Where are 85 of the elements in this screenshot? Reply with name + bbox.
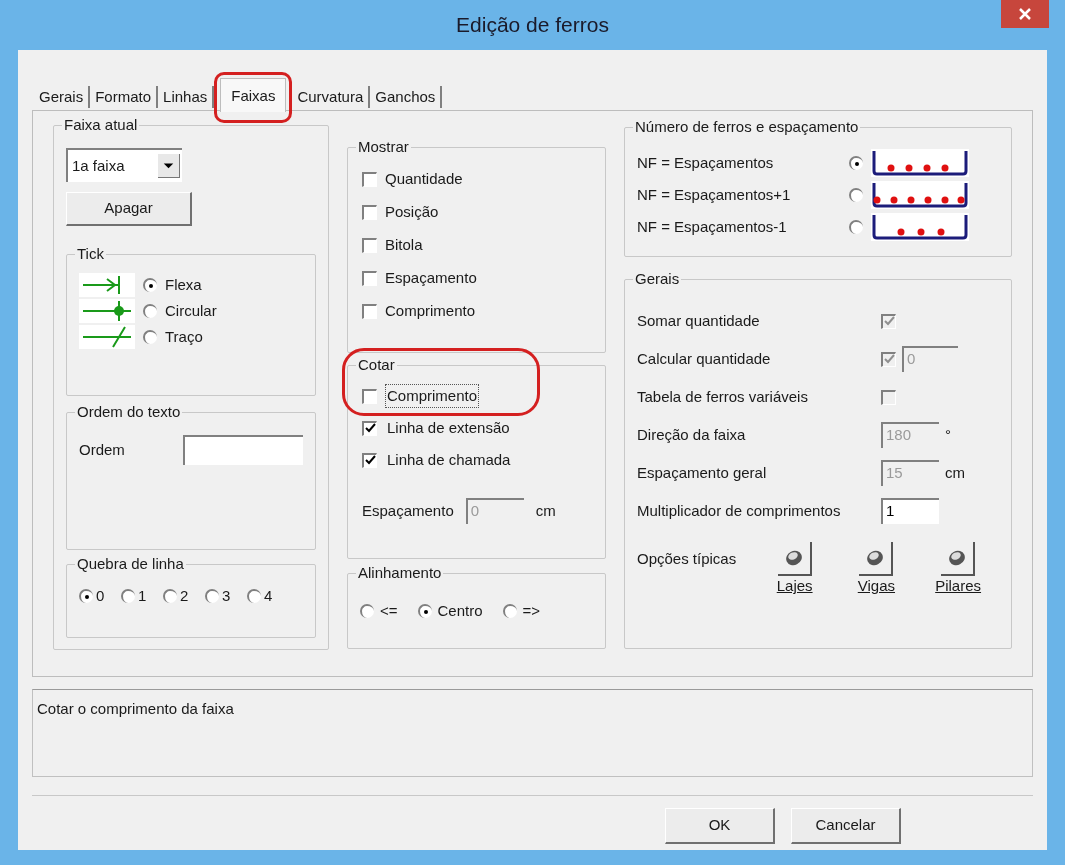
radio-button[interactable] bbox=[143, 330, 157, 344]
radio-label: => bbox=[522, 601, 541, 621]
button-icon bbox=[947, 548, 968, 568]
button-icon bbox=[865, 548, 886, 568]
tab[interactable]: Formato bbox=[90, 84, 157, 110]
tick-style-icon bbox=[79, 299, 135, 323]
radio-button[interactable] bbox=[143, 304, 157, 318]
field-label: Opções típicas bbox=[637, 549, 738, 569]
radio-button[interactable] bbox=[205, 589, 219, 604]
tab[interactable]: Faixas bbox=[220, 78, 287, 112]
radio-button[interactable] bbox=[247, 589, 261, 604]
field-label: Somar quantidade bbox=[637, 310, 761, 331]
checkbox[interactable] bbox=[362, 304, 377, 319]
unit-label: cm bbox=[945, 462, 965, 483]
checkbox-label: Quantidade bbox=[385, 169, 463, 190]
checkbox[interactable] bbox=[362, 271, 377, 286]
radio-button[interactable] bbox=[417, 604, 432, 619]
radio-label: NF = Espaçamentos bbox=[637, 152, 775, 173]
field-label: Espaçamento geral bbox=[637, 462, 768, 483]
unit-label: cm bbox=[535, 500, 556, 521]
preset-label: Pilares bbox=[935, 576, 982, 596]
radio-button[interactable] bbox=[849, 220, 863, 234]
radio-label: 3 bbox=[222, 586, 232, 606]
field-label: Multiplicador de comprimentos bbox=[637, 500, 842, 521]
checkbox-label: Linha de extensão bbox=[386, 417, 511, 438]
radio-button[interactable] bbox=[849, 188, 863, 202]
radio-label: Centro bbox=[437, 601, 483, 621]
radio-label: Flexa bbox=[165, 274, 202, 295]
checkbox-label: Comprimento bbox=[385, 383, 480, 409]
checkbox[interactable] bbox=[362, 452, 377, 468]
tab[interactable]: Gerais bbox=[34, 84, 89, 110]
delete-button[interactable]: Apagar bbox=[66, 192, 192, 226]
radio-label: NF = Espaçamentos+1 bbox=[637, 184, 792, 205]
button-icon bbox=[783, 548, 804, 568]
radio-button[interactable] bbox=[143, 278, 157, 292]
unit-label: ° bbox=[945, 424, 951, 445]
radio-button[interactable] bbox=[360, 604, 374, 619]
field-label: Calcular quantidade bbox=[637, 348, 772, 369]
field-label: Ordem bbox=[79, 439, 125, 460]
checkbox[interactable] bbox=[362, 388, 377, 404]
radio-label: NF = Espaçamentos-1 bbox=[637, 216, 788, 237]
preset-label: Lajes bbox=[776, 576, 813, 596]
close-button[interactable] bbox=[1001, 0, 1049, 28]
checkbox-label: Comprimento bbox=[385, 301, 476, 322]
radio-button[interactable] bbox=[121, 589, 135, 604]
tab[interactable]: Linhas bbox=[158, 84, 213, 110]
radio-label: 1 bbox=[138, 586, 148, 606]
checkbox[interactable] bbox=[362, 172, 377, 187]
dialog-button[interactable]: OK bbox=[665, 808, 775, 844]
radio-label: 4 bbox=[264, 586, 274, 606]
dropdown-value: 1a faixa bbox=[72, 155, 125, 176]
checkbox-label: Espaçamento bbox=[385, 268, 477, 289]
radio-label: 2 bbox=[180, 586, 190, 606]
field-label: Direção da faixa bbox=[637, 424, 747, 445]
bar-spacing-icon bbox=[871, 213, 969, 241]
radio-label: Traço bbox=[165, 326, 203, 347]
radio-label: 0 bbox=[96, 586, 106, 606]
radio-button[interactable] bbox=[502, 604, 517, 619]
preset-label: Vigas bbox=[857, 576, 895, 596]
close-icon bbox=[1019, 8, 1031, 20]
dialog-button[interactable]: Cancelar bbox=[791, 808, 901, 844]
field-label: Espaçamento bbox=[362, 500, 454, 521]
bar-spacing-icon bbox=[871, 149, 969, 177]
checkbox-label: Linha de chamada bbox=[386, 449, 512, 470]
radio-label: <= bbox=[380, 601, 398, 621]
input-field[interactable]: 1 bbox=[881, 498, 939, 524]
status-text: Cotar o comprimento da faixa bbox=[37, 700, 234, 717]
checkbox-label: Bitola bbox=[385, 235, 423, 256]
radio-button[interactable] bbox=[849, 156, 863, 170]
tab[interactable]: Curvatura bbox=[292, 84, 369, 110]
window-title: Edição de ferros bbox=[456, 12, 609, 39]
tab[interactable]: Ganchos bbox=[370, 84, 441, 110]
radio-button[interactable] bbox=[79, 589, 93, 604]
dropdown[interactable]: 1a faixa bbox=[66, 148, 182, 182]
checkbox-label: Posição bbox=[385, 202, 439, 223]
checkbox[interactable] bbox=[362, 238, 377, 253]
checkbox[interactable] bbox=[362, 420, 377, 436]
tick-style-icon bbox=[79, 325, 135, 349]
bar-spacing-icon bbox=[871, 181, 969, 209]
checkbox[interactable] bbox=[362, 205, 377, 220]
tick-style-icon bbox=[79, 273, 135, 297]
field-label: Tabela de ferros variáveis bbox=[637, 386, 809, 407]
radio-button[interactable] bbox=[163, 589, 177, 604]
radio-label: Circular bbox=[165, 300, 217, 321]
input-field[interactable] bbox=[183, 435, 303, 465]
